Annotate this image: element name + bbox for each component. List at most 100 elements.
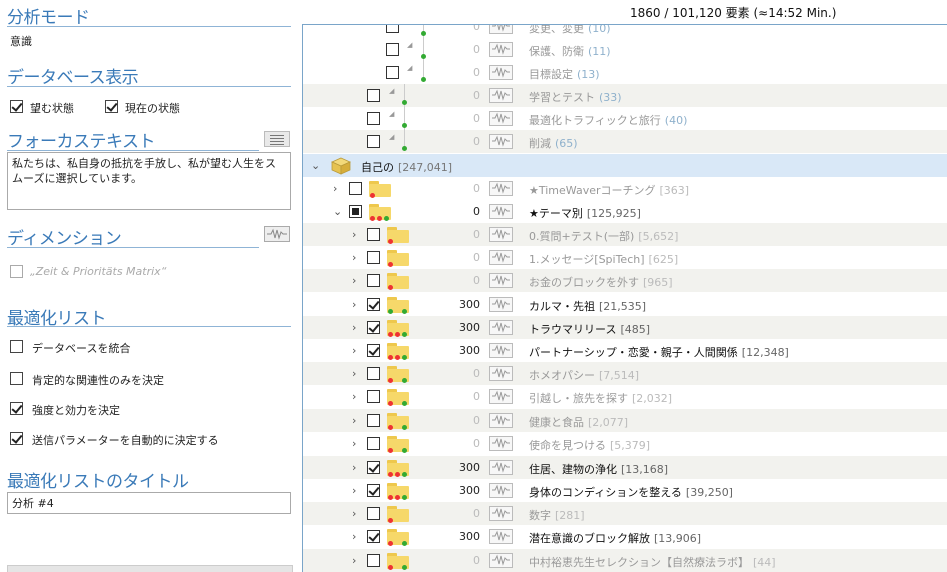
row-checkbox[interactable] [367, 437, 380, 450]
chevron-right-icon[interactable]: › [352, 390, 356, 403]
tree-view[interactable]: ◢ 0 変更、変更(10) ◢ 0 保護、防衛(11) ◢ 0 目標設定(13)… [302, 24, 947, 572]
tree-row[interactable]: › 0 ホメオパシー [7,514] [303, 362, 947, 385]
chevron-right-icon[interactable]: › [352, 461, 356, 474]
tree-row[interactable]: ◢ 0 目標設定 (13) [303, 61, 947, 84]
focus-text-input[interactable]: 私たちは、私自身の抵抗を手放し、私が望む人生をスムーズに選択しています。 [7, 152, 291, 210]
wave-icon[interactable] [489, 413, 513, 428]
row-checkbox[interactable] [367, 251, 380, 264]
list-icon[interactable] [264, 131, 290, 147]
desired-state-checkbox[interactable] [10, 100, 23, 113]
wave-icon[interactable] [489, 389, 513, 404]
chevron-right-icon[interactable]: › [352, 554, 356, 567]
row-checkbox[interactable] [349, 205, 362, 218]
wave-icon[interactable] [489, 134, 513, 149]
chevron-right-icon[interactable]: › [352, 344, 356, 357]
chevron-right-icon[interactable]: › [352, 274, 356, 287]
wave-icon[interactable] [489, 483, 513, 498]
tree-row[interactable]: ◢ 0 学習とテスト (33) [303, 84, 947, 107]
analysis-mode-value[interactable]: 意識 [10, 33, 32, 49]
tree-row[interactable]: ◢ 0 削減 (65) [303, 130, 947, 153]
chevron-right-icon[interactable]: › [352, 507, 356, 520]
row-checkbox[interactable] [367, 530, 380, 543]
chevron-right-icon[interactable]: › [352, 437, 356, 450]
wave-icon[interactable] [489, 65, 513, 80]
wave-icon[interactable] [489, 181, 513, 196]
tree-row[interactable]: › 0 お金のブロックを外す [965] [303, 269, 947, 292]
row-checkbox[interactable] [367, 390, 380, 403]
wave-icon[interactable] [489, 250, 513, 265]
tree-row[interactable]: › 300 トラウマリリース [485] [303, 316, 947, 339]
chevron-right-icon[interactable]: › [352, 414, 356, 427]
wave-icon[interactable] [489, 204, 513, 219]
row-checkbox[interactable] [367, 135, 380, 148]
tree-row[interactable]: › 300 住居、建物の浄化 [13,168] [303, 456, 947, 479]
row-checkbox[interactable] [367, 321, 380, 334]
wave-icon[interactable] [489, 366, 513, 381]
dimension-checkbox[interactable] [10, 265, 23, 278]
tree-row[interactable]: › 0 使命を見つける [5,379] [303, 432, 947, 455]
wave-icon[interactable] [489, 88, 513, 103]
row-checkbox[interactable] [386, 25, 399, 33]
wave-icon[interactable] [489, 42, 513, 57]
row-checkbox[interactable] [367, 228, 380, 241]
tree-row[interactable]: › 0 0.質問+テスト(一部) [5,652] [303, 223, 947, 246]
positive-only-checkbox[interactable] [10, 372, 23, 385]
row-checkbox[interactable] [367, 554, 380, 567]
row-checkbox[interactable] [367, 507, 380, 520]
row-checkbox[interactable] [386, 66, 399, 79]
row-checkbox[interactable] [367, 89, 380, 102]
tree-row[interactable]: › 0 中村裕恵先生セレクション【自然療法ラボ】 [44] [303, 549, 947, 572]
chevron-right-icon[interactable]: › [352, 367, 356, 380]
chevron-down-icon[interactable]: ⌄ [333, 205, 342, 218]
row-checkbox[interactable] [367, 367, 380, 380]
wave-icon[interactable] [489, 320, 513, 335]
row-checkbox[interactable] [367, 112, 380, 125]
chevron-right-icon[interactable]: › [352, 484, 356, 497]
bottom-button[interactable] [7, 565, 293, 572]
chevron-right-icon[interactable]: › [333, 182, 337, 195]
wave-icon[interactable] [489, 297, 513, 312]
wave-icon[interactable] [489, 553, 513, 568]
wave-icon[interactable] [489, 436, 513, 451]
current-state-checkbox[interactable] [105, 100, 118, 113]
wave-icon[interactable] [264, 226, 290, 242]
chevron-down-icon[interactable]: ⌄ [311, 159, 320, 172]
wave-icon[interactable] [489, 111, 513, 126]
chevron-right-icon[interactable]: › [352, 228, 356, 241]
wave-icon[interactable] [489, 227, 513, 242]
tree-row[interactable]: › 0 1.メッセージ[SpiTech] [625] [303, 246, 947, 269]
wave-icon[interactable] [489, 25, 513, 34]
tree-row[interactable]: ◢ 0 最適化トラフィックと旅行 (40) [303, 107, 947, 130]
row-checkbox[interactable] [367, 274, 380, 287]
row-checkbox[interactable] [367, 298, 380, 311]
row-checkbox[interactable] [349, 182, 362, 195]
tree-row[interactable]: › 300 パートナーシップ・恋愛・親子・人間関係 [12,348] [303, 339, 947, 362]
tree-row[interactable]: › 300 潜在意識のブロック解放 [13,906] [303, 525, 947, 548]
tree-row[interactable]: › 0 引越し・旅先を探す [2,032] [303, 385, 947, 408]
wave-icon[interactable] [489, 273, 513, 288]
chevron-right-icon[interactable]: › [352, 530, 356, 543]
intensity-checkbox[interactable] [10, 402, 23, 415]
tree-row[interactable]: ◢ 0 保護、防衛 (11) [303, 38, 947, 61]
tree-row[interactable]: ◢ 0 変更、変更(10) [303, 25, 947, 38]
row-checkbox[interactable] [367, 414, 380, 427]
row-checkbox[interactable] [367, 484, 380, 497]
wave-icon[interactable] [489, 460, 513, 475]
tree-row[interactable]: › 300 カルマ・先祖 [21,535] [303, 293, 947, 316]
row-checkbox[interactable] [386, 43, 399, 56]
tree-row[interactable]: › 300 身体のコンディションを整える [39,250] [303, 479, 947, 502]
tree-row[interactable]: ⌄ 0 ★テーマ別 [125,925] [303, 200, 947, 223]
auto-params-checkbox[interactable] [10, 432, 23, 445]
wave-icon[interactable] [489, 506, 513, 521]
tree-row[interactable]: › 0 健康と食品 [2,077] [303, 409, 947, 432]
row-checkbox[interactable] [367, 344, 380, 357]
tree-row[interactable]: › 0 ★TimeWaverコーチング [363] [303, 177, 947, 200]
merge-db-checkbox[interactable] [10, 340, 23, 353]
wave-icon[interactable] [489, 343, 513, 358]
tree-row-selected[interactable]: ⌄ 自己の [247,041] [303, 154, 947, 177]
chevron-right-icon[interactable]: › [352, 251, 356, 264]
chevron-right-icon[interactable]: › [352, 298, 356, 311]
tree-row[interactable]: › 0 数字 [281] [303, 502, 947, 525]
wave-icon[interactable] [489, 529, 513, 544]
chevron-right-icon[interactable]: › [352, 321, 356, 334]
